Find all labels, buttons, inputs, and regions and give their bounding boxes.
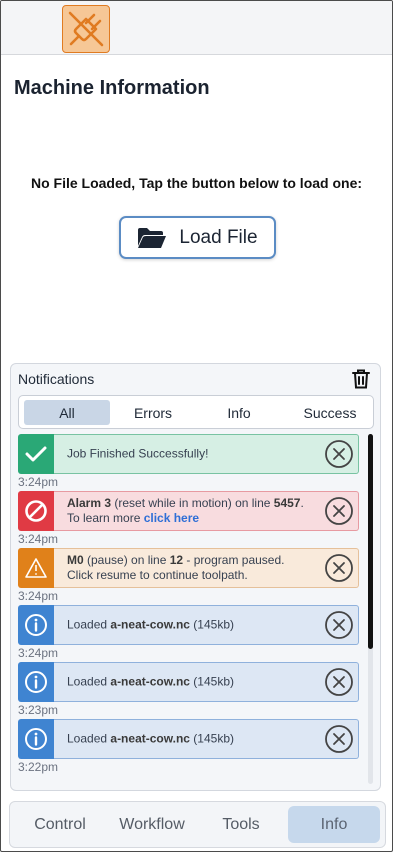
notification-badge — [18, 605, 54, 645]
notification-message: M0 (pause) on line 12 - program paused. … — [67, 553, 285, 582]
clear-notifications-button[interactable] — [350, 368, 372, 390]
learn-more-link[interactable]: click here — [144, 511, 199, 525]
filter-tab-all[interactable]: All — [24, 400, 110, 425]
info-icon — [25, 671, 47, 693]
notifications-panel: Notifications All Errors Info Success Jo… — [10, 363, 381, 791]
notification-badge — [18, 662, 54, 702]
load-file-button[interactable]: Load File — [119, 216, 276, 259]
notification-badge — [18, 548, 54, 588]
info-icon — [25, 728, 47, 750]
notification-message: Alarm 3 (reset while in motion) on line … — [67, 496, 304, 525]
load-file-label: Load File — [179, 226, 258, 248]
notification-item: Job Finished Successfully! — [18, 434, 359, 474]
bottom-navigation: Control Workflow Tools Info — [9, 801, 386, 848]
nav-tab-tools[interactable]: Tools — [206, 806, 276, 843]
notification-item: Loaded a-neat-cow.nc (145kb) — [18, 719, 359, 759]
file-status-text: No File Loaded, Tap the button below to … — [30, 175, 363, 191]
dismiss-notification-icon[interactable] — [324, 667, 354, 697]
nav-tab-workflow[interactable]: Workflow — [110, 806, 194, 843]
notification-time: 3:24pm — [18, 475, 59, 489]
notification-message: Loaded a-neat-cow.nc (145kb) — [67, 731, 234, 746]
folder-open-icon — [138, 227, 167, 248]
plug-disconnected-icon — [68, 11, 104, 47]
filter-tab-success[interactable]: Success — [289, 400, 371, 425]
notification-message: Job Finished Successfully! — [67, 446, 209, 461]
notification-item: Alarm 3 (reset while in motion) on line … — [18, 491, 359, 531]
page-title: Machine Information — [14, 77, 210, 99]
notification-time: 3:24pm — [18, 589, 59, 603]
notification-badge — [18, 491, 54, 531]
notification-time: 3:24pm — [18, 646, 59, 660]
notification-item: Loaded a-neat-cow.nc (145kb) — [18, 605, 359, 645]
info-icon — [25, 614, 47, 636]
top-bar — [1, 1, 392, 55]
dismiss-notification-icon[interactable] — [324, 724, 354, 754]
notification-list: Job Finished Successfully! 3:24pm Alarm … — [18, 434, 362, 784]
dismiss-notification-icon[interactable] — [324, 439, 354, 469]
app-frame: Machine Information No File Loaded, Tap … — [0, 0, 393, 852]
notification-scrollbar-thumb[interactable] — [368, 434, 373, 649]
notification-item: Loaded a-neat-cow.nc (145kb) — [18, 662, 359, 702]
nav-tab-control[interactable]: Control — [22, 806, 98, 843]
notification-message: Loaded a-neat-cow.nc (145kb) — [67, 617, 234, 632]
notification-badge — [18, 719, 54, 759]
warning-icon — [25, 558, 47, 578]
dismiss-notification-icon[interactable] — [324, 553, 354, 583]
prohibited-icon — [25, 500, 47, 522]
check-icon — [25, 446, 47, 462]
filter-tab-info[interactable]: Info — [203, 400, 275, 425]
notification-time: 3:22pm — [18, 760, 59, 774]
notification-item: M0 (pause) on line 12 - program paused. … — [18, 548, 359, 588]
notification-time: 3:24pm — [18, 532, 59, 546]
dismiss-notification-icon[interactable] — [324, 496, 354, 526]
nav-tab-info[interactable]: Info — [288, 806, 380, 843]
filter-tab-errors[interactable]: Errors — [117, 400, 189, 425]
notification-message: Loaded a-neat-cow.nc (145kb) — [67, 674, 234, 689]
notification-badge — [18, 434, 54, 474]
notification-filter-tabs: All Errors Info Success — [18, 395, 374, 429]
trash-icon — [352, 369, 370, 389]
notifications-title: Notifications — [18, 371, 95, 387]
notification-time: 3:23pm — [18, 703, 59, 717]
dismiss-notification-icon[interactable] — [324, 610, 354, 640]
connection-button[interactable] — [62, 5, 110, 53]
